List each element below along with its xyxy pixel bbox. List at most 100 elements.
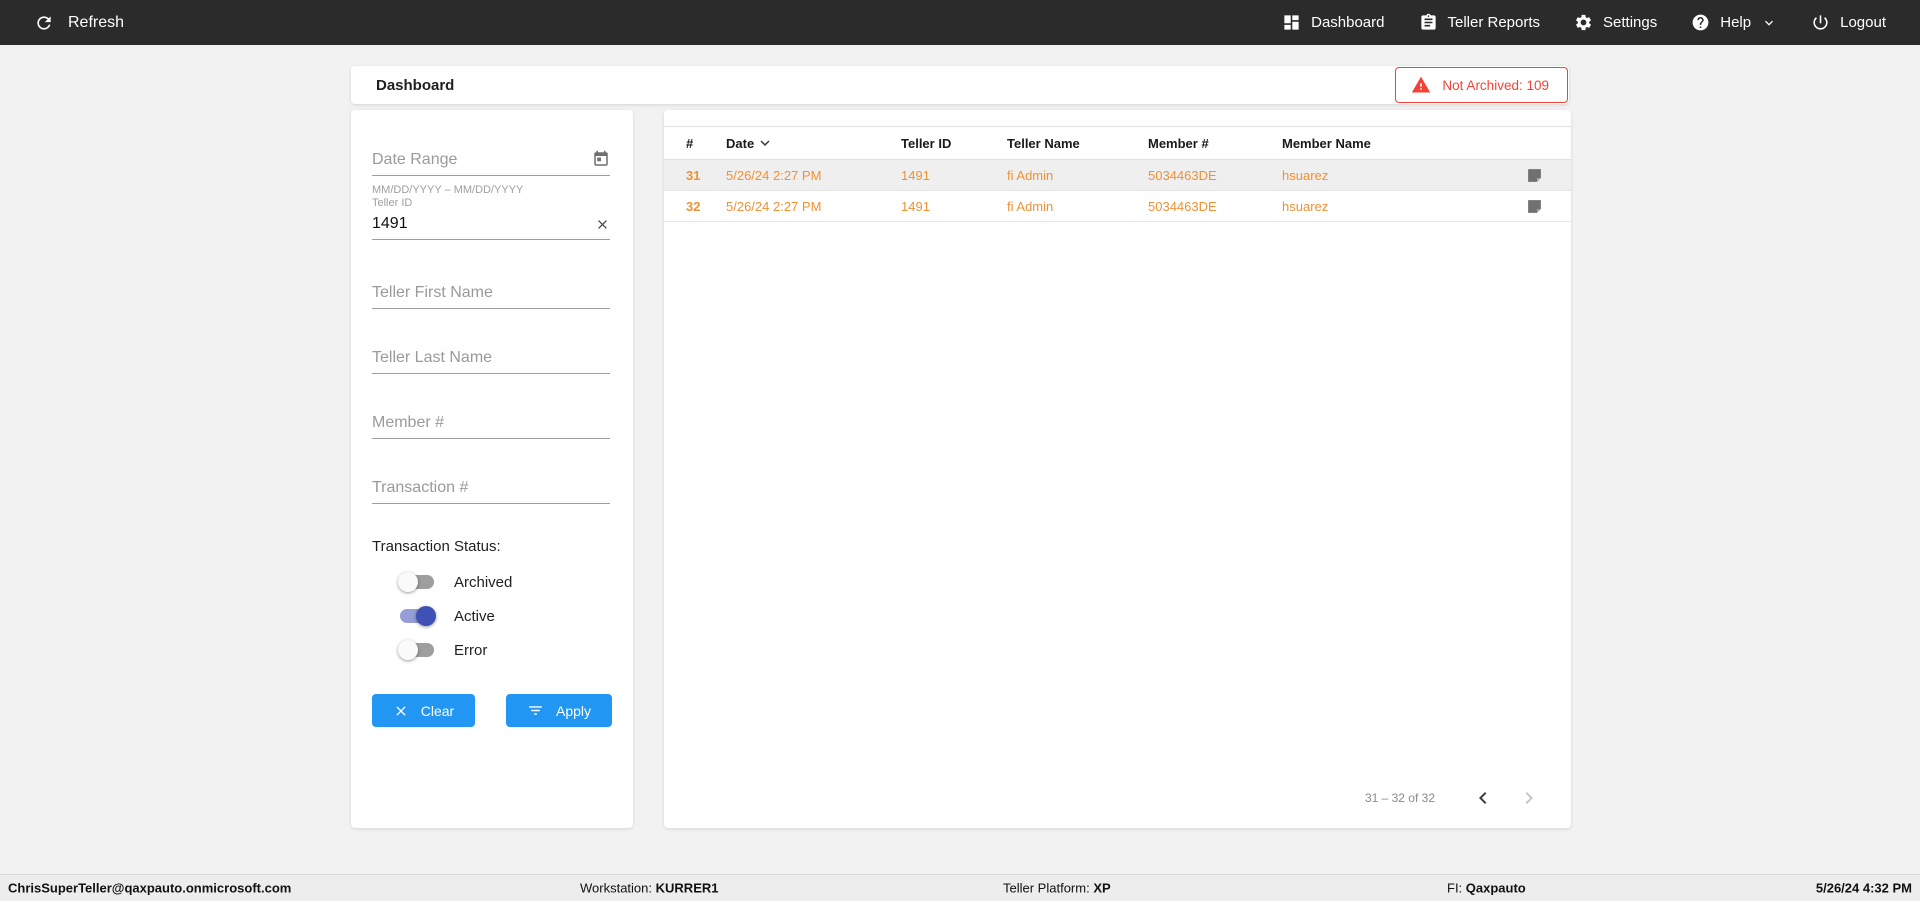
cell-num: 31 bbox=[686, 167, 701, 183]
next-page-icon[interactable] bbox=[1517, 786, 1541, 810]
toggle-archived[interactable]: Archived bbox=[398, 570, 513, 594]
transaction-status-label: Transaction Status: bbox=[372, 538, 501, 555]
teller-first-name-field[interactable]: Teller First Name bbox=[372, 275, 610, 309]
table-row[interactable]: 32 5/26/24 2:27 PM 1491 fi Admin 5034463… bbox=[664, 191, 1571, 222]
chevron-down-icon bbox=[1761, 15, 1777, 31]
footer-datetime: 5/26/24 4:32 PM bbox=[1815, 880, 1912, 896]
toggle-knob bbox=[398, 572, 418, 592]
toggle-active[interactable]: Active bbox=[400, 604, 495, 628]
cell-teller-name: fi Admin bbox=[1007, 198, 1054, 214]
results-panel: # Date Teller ID Teller Name Member # Me… bbox=[664, 110, 1571, 828]
cell-member-name: hsuarez bbox=[1282, 198, 1329, 214]
sort-arrow-icon bbox=[756, 134, 774, 152]
column-header-label: # bbox=[686, 135, 694, 151]
cell-date: 5/26/24 2:27 PM bbox=[726, 198, 822, 214]
nav-menu: Dashboard Teller Reports Settings Help L… bbox=[1282, 13, 1886, 32]
toggle-track bbox=[398, 640, 434, 660]
not-archived-count: Not Archived: 109 bbox=[1442, 77, 1549, 93]
column-header-teller-id[interactable]: Teller ID bbox=[901, 136, 1007, 151]
status-footer: ChrisSuperTeller@qaxpauto.onmicrosoft.co… bbox=[0, 874, 1920, 901]
apply-button[interactable]: Apply bbox=[506, 694, 612, 727]
clipboard-icon bbox=[1419, 13, 1438, 32]
footer-platform: Teller Platform: XP bbox=[1003, 881, 1111, 896]
column-header-member-number[interactable]: Member # bbox=[1148, 136, 1282, 151]
workstation-label: Workstation: bbox=[580, 880, 653, 896]
nav-item-label: Settings bbox=[1603, 14, 1658, 31]
transaction-number-field[interactable]: Transaction # bbox=[372, 470, 610, 504]
not-archived-badge[interactable]: Not Archived: 109 bbox=[1395, 67, 1568, 103]
cell-member-number: 5034463DE bbox=[1148, 167, 1217, 183]
column-header-num[interactable]: # bbox=[686, 136, 726, 151]
teller-id-field[interactable]: 1491 bbox=[372, 206, 610, 240]
nav-item-dashboard[interactable]: Dashboard bbox=[1282, 13, 1385, 32]
dashboard-icon bbox=[1282, 13, 1301, 32]
column-header-label: Teller ID bbox=[901, 135, 952, 151]
clear-button-label: Clear bbox=[420, 702, 455, 719]
nav-item-teller-reports[interactable]: Teller Reports bbox=[1419, 13, 1541, 32]
refresh-button[interactable]: Refresh bbox=[34, 13, 124, 33]
calendar-icon[interactable] bbox=[592, 150, 610, 168]
column-header-label: Teller Name bbox=[1007, 135, 1080, 151]
cell-member-number: 5034463DE bbox=[1148, 198, 1217, 214]
table-row[interactable]: 31 5/26/24 2:27 PM 1491 fi Admin 5034463… bbox=[664, 160, 1571, 191]
teller-last-name-field[interactable]: Teller Last Name bbox=[372, 340, 610, 374]
teller-first-name-placeholder: Teller First Name bbox=[372, 284, 493, 301]
power-icon bbox=[1811, 13, 1830, 32]
cell-num: 32 bbox=[686, 198, 701, 214]
toggle-track bbox=[400, 606, 436, 626]
date-range-hint: MM/DD/YYYY – MM/DD/YYYY bbox=[372, 184, 524, 196]
date-range-field[interactable]: Date Range bbox=[372, 142, 610, 176]
footer-workstation: Workstation: KURRER1 bbox=[580, 881, 718, 896]
nav-item-label: Teller Reports bbox=[1447, 14, 1541, 31]
nav-item-logout[interactable]: Logout bbox=[1811, 13, 1886, 32]
column-header-teller-name[interactable]: Teller Name bbox=[1007, 136, 1148, 151]
date-range-placeholder: Date Range bbox=[372, 151, 458, 168]
column-header-date[interactable]: Date bbox=[726, 134, 901, 152]
gear-icon bbox=[1574, 13, 1593, 32]
nav-item-label: Logout bbox=[1840, 14, 1886, 31]
toggle-knob bbox=[416, 606, 436, 626]
teller-last-name-placeholder: Teller Last Name bbox=[372, 349, 493, 366]
platform-value: XP bbox=[1093, 880, 1111, 896]
member-number-field[interactable]: Member # bbox=[372, 405, 610, 439]
fi-value: Qaxpauto bbox=[1465, 880, 1526, 896]
toggle-knob bbox=[398, 640, 418, 660]
cell-date: 5/26/24 2:27 PM bbox=[726, 167, 822, 183]
note-icon[interactable] bbox=[1491, 167, 1543, 184]
top-navbar: Refresh Dashboard Teller Reports Setting… bbox=[0, 0, 1920, 45]
column-header-member-name[interactable]: Member Name bbox=[1282, 136, 1491, 151]
filter-icon bbox=[527, 702, 544, 719]
toggle-error[interactable]: Error bbox=[398, 638, 488, 662]
column-header-label: Member Name bbox=[1282, 135, 1371, 151]
pagination-range-label: 31 – 32 of 32 bbox=[1364, 791, 1435, 805]
clear-teller-id-icon[interactable] bbox=[595, 217, 610, 232]
paginator: 31 – 32 of 32 bbox=[1365, 786, 1541, 810]
toggle-label: Error bbox=[454, 641, 488, 659]
teller-id-value: 1491 bbox=[372, 215, 408, 232]
refresh-label: Refresh bbox=[68, 13, 125, 31]
clear-button[interactable]: Clear bbox=[372, 694, 475, 727]
nav-item-help[interactable]: Help bbox=[1691, 13, 1777, 32]
page-title: Dashboard bbox=[376, 76, 455, 94]
column-header-label: Date bbox=[726, 135, 755, 151]
column-header-label: Member # bbox=[1148, 135, 1209, 151]
workstation-value: KURRER1 bbox=[655, 880, 719, 896]
footer-fi: FI: Qaxpauto bbox=[1447, 881, 1526, 896]
warning-icon bbox=[1410, 75, 1432, 95]
nav-item-label: Help bbox=[1720, 14, 1752, 31]
cell-teller-id: 1491 bbox=[901, 198, 930, 214]
fi-label: FI: bbox=[1447, 880, 1463, 896]
table-header-row: # Date Teller ID Teller Name Member # Me… bbox=[664, 126, 1571, 160]
toggle-label: Active bbox=[454, 607, 495, 625]
note-icon[interactable] bbox=[1491, 198, 1543, 215]
toggle-track bbox=[398, 572, 434, 592]
close-icon bbox=[393, 703, 409, 719]
help-icon bbox=[1691, 13, 1710, 32]
refresh-icon bbox=[34, 13, 54, 33]
cell-member-name: hsuarez bbox=[1282, 167, 1329, 183]
previous-page-icon[interactable] bbox=[1471, 786, 1495, 810]
toggle-label: Archived bbox=[454, 573, 513, 591]
cell-teller-name: fi Admin bbox=[1007, 167, 1054, 183]
nav-item-settings[interactable]: Settings bbox=[1574, 13, 1657, 32]
footer-user: ChrisSuperTeller@qaxpauto.onmicrosoft.co… bbox=[8, 880, 292, 896]
